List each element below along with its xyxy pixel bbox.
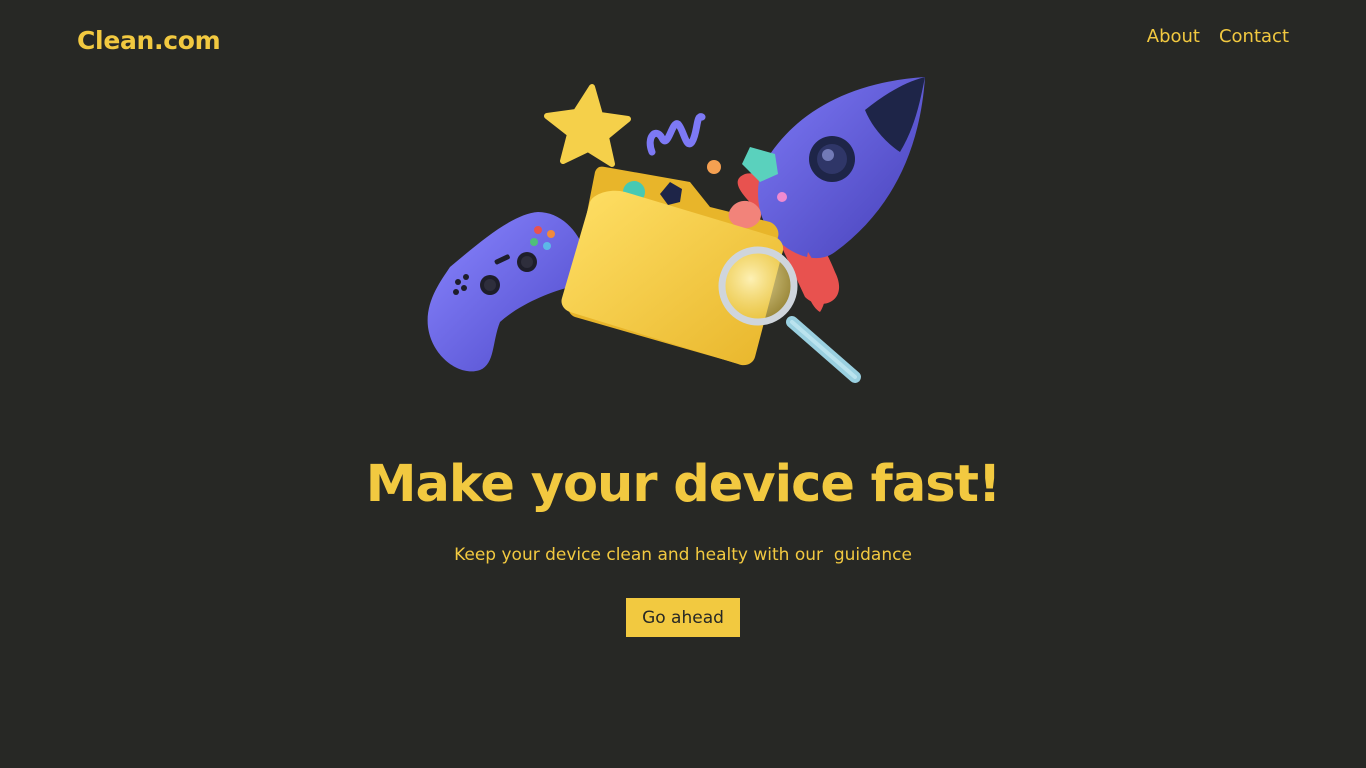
landing-page: Clean.com About Contact Make your device… (0, 0, 1366, 768)
go-ahead-button[interactable]: Go ahead (626, 598, 740, 637)
hero-title: Make your device fast! (365, 455, 1002, 514)
gamepad-icon (427, 212, 588, 372)
squiggle-icon (646, 113, 706, 156)
hero-illustration (427, 77, 925, 383)
site-logo[interactable]: Clean.com (77, 26, 221, 55)
star-icon (544, 84, 631, 167)
nav-link-contact[interactable]: Contact (1219, 26, 1289, 47)
nav-link-about[interactable]: About (1147, 26, 1200, 47)
main-nav: About Contact (1147, 26, 1289, 47)
hero-subtitle: Keep your device clean and healty with o… (454, 545, 912, 565)
